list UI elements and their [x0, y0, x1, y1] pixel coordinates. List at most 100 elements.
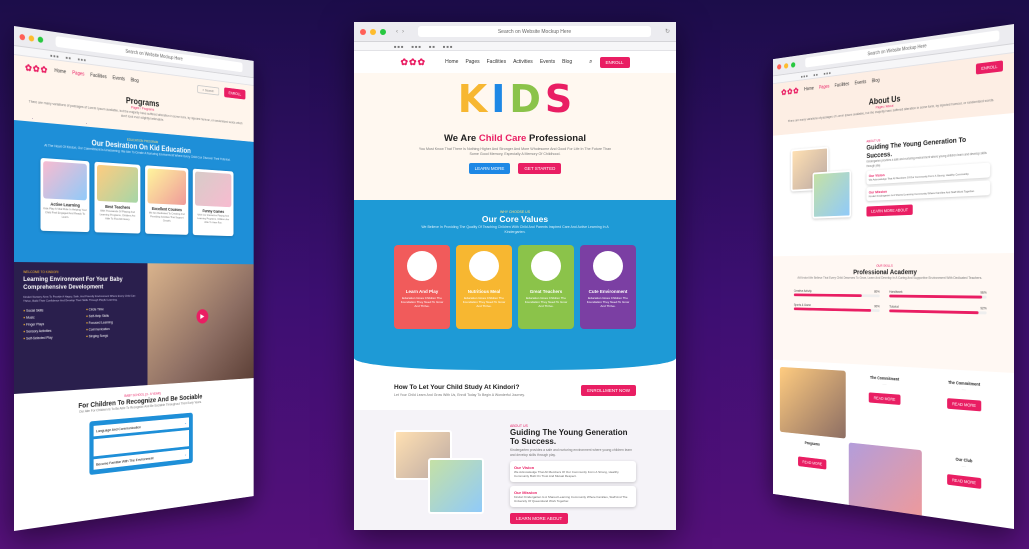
enroll-button[interactable]: ENROLL	[224, 86, 246, 100]
skill-item: ● Self-Selected Play	[23, 335, 53, 341]
nav-home[interactable]: Home	[445, 59, 458, 65]
nav-blog[interactable]: Blog	[872, 78, 880, 84]
nav-facilities[interactable]: Facilities	[835, 81, 850, 88]
nav-pages[interactable]: Pages	[72, 70, 84, 77]
value-card[interactable]: Learn And Play Education Gives Children …	[394, 245, 450, 329]
enroll-button[interactable]: ENROLL	[599, 56, 630, 68]
value-card-title: Great Teachers	[529, 289, 563, 294]
program-photo	[43, 161, 87, 201]
value-card-desc: Education Gives Children The Foundation …	[586, 296, 630, 308]
site-logo[interactable]: ✿✿✿	[781, 86, 799, 98]
study-subtitle: Let Your Child Learn And Grow With Us, E…	[394, 392, 525, 397]
env-eyebrow: WELCOME TO KINDORI	[23, 270, 59, 275]
minimize-dot[interactable]	[784, 62, 789, 69]
learn-more-about-button[interactable]: LEARN MORE ABOUT	[510, 513, 569, 524]
program-card[interactable]: Excellent Courses We Are Dedicated To Cr…	[145, 165, 189, 235]
nav-activities[interactable]: Activities	[513, 59, 533, 65]
read-more-button[interactable]: READ MORE	[946, 474, 982, 489]
nav-events[interactable]: Events	[855, 79, 867, 86]
forward-icon[interactable]: ›	[402, 29, 404, 35]
url-bar[interactable]: Search on Website Mockup Here	[418, 26, 651, 37]
academy-subtitle: At Kindori We Believe That Every Child D…	[797, 276, 983, 280]
value-card-title: Cute Environment	[588, 289, 628, 294]
get-started-button[interactable]: GET STARTED	[518, 163, 562, 174]
maximize-dot[interactable]	[380, 28, 386, 35]
hero-section: K I D S We Are Child Care Professional Y…	[354, 73, 676, 200]
close-dot[interactable]	[19, 33, 26, 41]
skill-bars: Creative Activity 80% Handiwork 96% Sports…	[793, 289, 987, 315]
nav-pages[interactable]: Pages	[819, 84, 829, 91]
minimize-dot[interactable]	[370, 28, 376, 35]
children-photo	[849, 442, 922, 522]
about-title: Guiding The Young Generation To Success.	[510, 428, 628, 446]
commitment-card: The Commitment ····· READ MORE	[925, 376, 1005, 455]
close-dot[interactable]	[777, 63, 782, 70]
read-more-button[interactable]: READ MORE	[946, 398, 982, 412]
program-card[interactable]: Active Learning Kids Play A Vital Role I…	[40, 157, 90, 233]
environment-section: WELCOME TO KINDORI Learning Environment …	[14, 262, 254, 394]
nav-pages[interactable]: Pages	[465, 59, 479, 65]
search-input[interactable]: ⌕ Search	[197, 84, 220, 96]
value-card[interactable]: Cute Environment Education Gives Childre…	[580, 245, 636, 329]
maximize-dot[interactable]	[791, 61, 796, 68]
about-desc: Kindergarten provides a safe and nurturi…	[510, 448, 633, 457]
learn-more-about-button[interactable]: LEARN MORE ABOUT	[866, 204, 913, 217]
skill-bar: Tutorial 92%	[889, 305, 987, 315]
site-logo[interactable]: ✿✿✿	[400, 57, 426, 68]
nav-facilities[interactable]: Facilities	[90, 72, 106, 80]
commitment-card: The Commitment ····· READ MORE	[849, 371, 922, 446]
value-card[interactable]: Great Teachers Education Gives Children …	[518, 245, 574, 329]
academy-section: OUR SKILLS Professional Academy At Kindo…	[772, 253, 1014, 373]
mission-desc: Kindori Kindergarten Is A Shared Learnin…	[514, 495, 628, 503]
skill-item: ● Communication	[85, 327, 110, 332]
back-icon[interactable]: ‹	[396, 29, 398, 35]
nav-facilities[interactable]: Facilities	[487, 59, 506, 65]
hero-subtitle: You Must Know That There Is Nothing High…	[418, 147, 612, 156]
reload-icon[interactable]: ↻	[665, 28, 670, 35]
vision-desc: We Acknowledge That All Members Of Our C…	[514, 470, 619, 478]
value-illustration	[469, 251, 499, 281]
classroom-photo: ▶	[147, 263, 254, 386]
program-photo	[96, 164, 138, 203]
env-desc: Kindori Nursery Aims To Provide A Happy,…	[23, 293, 136, 303]
program-photo	[195, 171, 232, 208]
about-photos	[394, 424, 494, 530]
nav-home[interactable]: Home	[804, 86, 814, 92]
learn-more-button[interactable]: LEARN MORE	[468, 163, 511, 174]
program-card-desc: With Thousands Of Playing And Learning P…	[99, 208, 136, 222]
value-card-desc: Education Gives Children The Foundation …	[400, 296, 444, 308]
maximize-dot[interactable]	[37, 35, 44, 43]
enroll-button[interactable]: ENROLL	[975, 59, 1003, 75]
play-video-icon[interactable]: ▶	[196, 309, 209, 325]
value-card-desc: Education Gives Children The Foundation …	[524, 296, 568, 308]
values-subtitle: We Believe In Providing The Quality Of T…	[421, 225, 609, 234]
site-logo[interactable]: ✿✿✿	[25, 62, 48, 76]
nav-events[interactable]: Events	[112, 75, 125, 82]
nav-events[interactable]: Events	[540, 59, 555, 65]
program-card-desc: Kids Play A Vital Role In Helping Your C…	[43, 206, 87, 219]
values-title: Our Core Values	[481, 214, 549, 224]
skill-item: ● Social Skills	[23, 308, 44, 313]
program-card-desc: With Our Interactive Playing And Learnin…	[197, 212, 230, 225]
enrollment-now-button[interactable]: ENROLLMENT NOW	[581, 384, 636, 396]
value-card-desc: Education Gives Children The Foundation …	[462, 296, 506, 308]
close-dot[interactable]	[360, 28, 366, 35]
nav-blog[interactable]: Blog	[131, 78, 139, 85]
value-card[interactable]: Nutritious Meal Education Gives Children…	[456, 245, 512, 329]
nav-home[interactable]: Home	[54, 68, 66, 75]
value-illustration	[407, 251, 437, 281]
site-nav: ✿✿✿ Home Pages Facilities Activities Eve…	[354, 51, 676, 73]
read-more-button[interactable]: READ MORE	[869, 392, 901, 405]
chevron-down-icon: ⌄	[184, 451, 187, 457]
skill-item: ● Focused Learning	[85, 320, 113, 325]
program-card[interactable]: Best Teachers With Thousands Of Playing …	[94, 161, 141, 234]
read-more-button[interactable]: READ MORE	[798, 456, 827, 470]
program-card[interactable]: Funny Games With Our Interactive Playing…	[192, 168, 234, 237]
nav-blog[interactable]: Blog	[562, 59, 572, 65]
search-icon[interactable]: ⌕	[589, 59, 592, 66]
child-playing-photo	[812, 170, 852, 219]
skill-item: ● Finger Plays	[23, 322, 45, 327]
sociable-section: BABY SCHOOL (3 - 5 YEAR) For Children To…	[14, 378, 254, 492]
skill-bar: Sports & Game 90%	[793, 303, 880, 313]
minimize-dot[interactable]	[28, 34, 35, 42]
